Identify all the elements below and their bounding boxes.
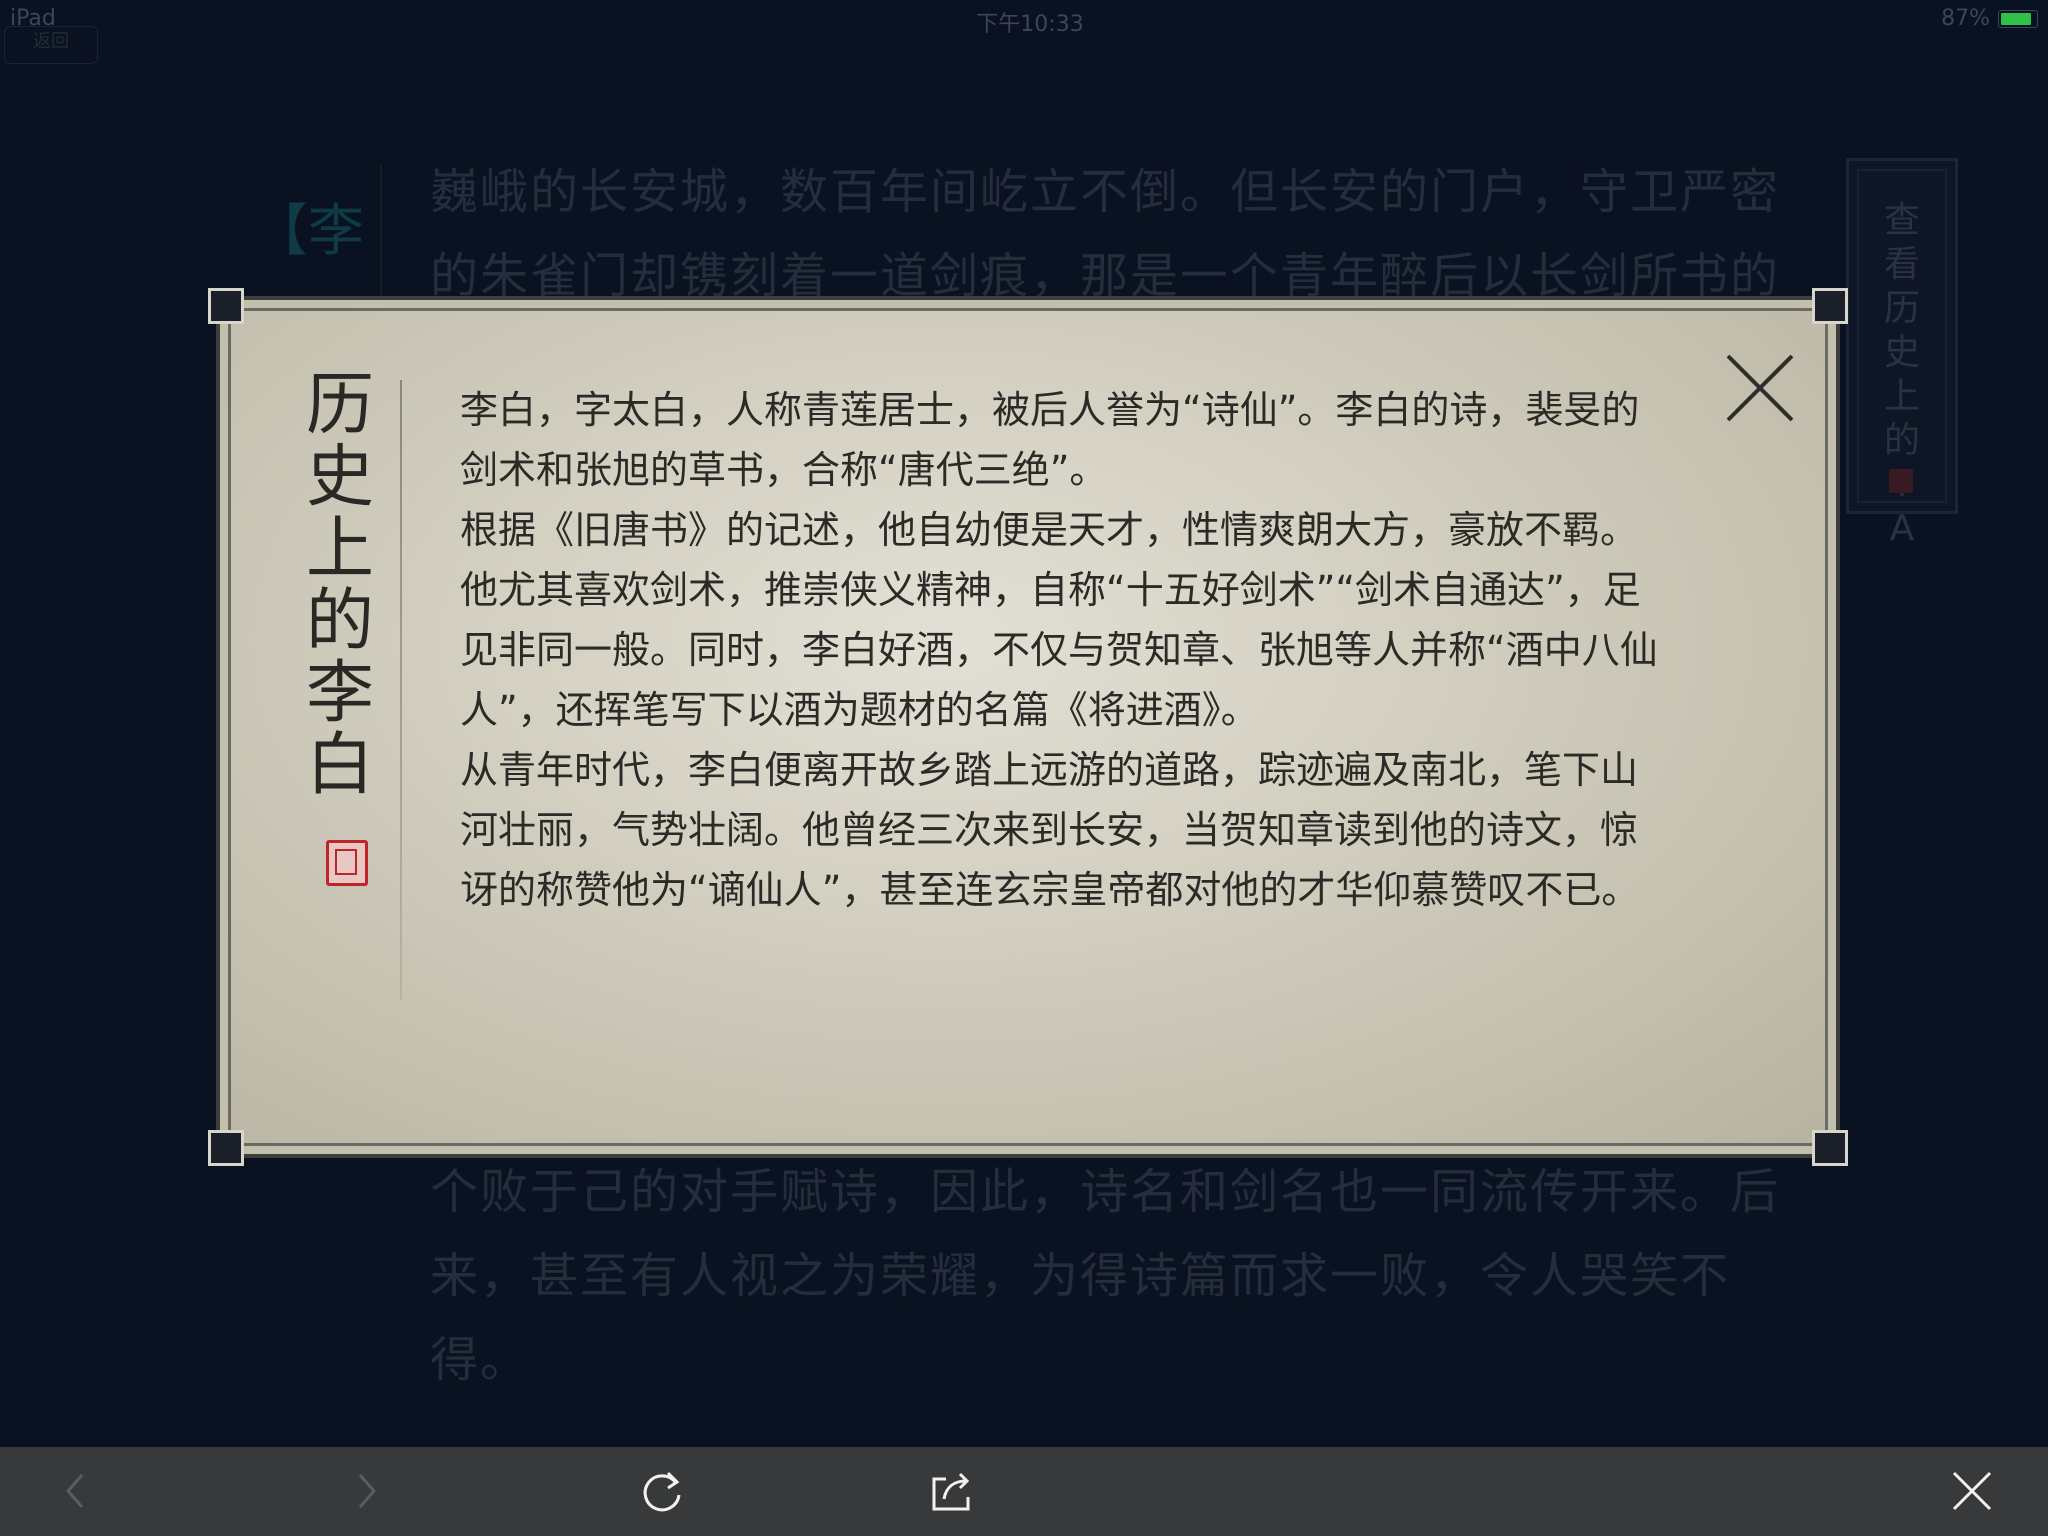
refresh-icon[interactable] — [632, 1461, 692, 1521]
modal-body: 李白，字太白，人称青莲居士，被后人誉为“诗仙”。李白的诗，裴旻的剑术和张旭的草书… — [460, 380, 1660, 920]
battery-percent: 87% — [1941, 6, 1990, 31]
modal-divider — [400, 380, 402, 1000]
modal-paragraph: 根据《旧唐书》的记述，他自幼便是天才，性情爽朗大方，豪放不羁。他尤其喜欢剑术，推… — [460, 508, 1658, 732]
battery-icon — [1998, 9, 2038, 28]
view-history-ta-button[interactable]: 查看历史上的TA — [1846, 158, 1958, 549]
corner-ornament — [1812, 1130, 1848, 1166]
corner-ornament — [208, 1130, 244, 1166]
forward-arrow-icon[interactable] — [336, 1461, 396, 1521]
modal-title: 历史上的李白 — [305, 366, 374, 805]
corner-ornament — [1812, 288, 1848, 324]
red-seal-icon — [326, 840, 368, 886]
status-bar: iPad 下午10:33 87% — [0, 0, 2048, 40]
modal-paragraph: 从青年时代，李白便离开故乡踏上远游的道路，踪迹遍及南北，笔下山河壮丽，气势壮阔。… — [460, 748, 1640, 912]
history-modal: 历史上的李白 李白，字太白，人称青莲居士，被后人誉为“诗仙”。李白的诗，裴旻的剑… — [208, 288, 1848, 1166]
status-time: 下午10:33 — [976, 12, 1084, 37]
battery-indicator: 87% — [1941, 6, 2038, 31]
seal-icon — [1889, 469, 1913, 493]
back-arrow-icon[interactable] — [46, 1461, 106, 1521]
close-icon[interactable] — [1942, 1461, 2002, 1521]
back-button[interactable]: 返回 — [4, 26, 98, 64]
background-paragraph-bottom: 个败于己的对手赋诗，因此，诗名和剑名也一同流传开来。后来，甚至有人视之为荣耀，为… — [430, 1164, 1781, 1388]
share-icon[interactable] — [922, 1461, 982, 1521]
background-divider — [380, 165, 382, 305]
background-paragraph-top: 巍峨的长安城，数百年间屹立不倒。但长安的门户，守卫严密的朱雀门却镌刻着一道剑痕，… — [430, 164, 1781, 304]
view-history-ta-label: 查看历史上的TA — [1883, 200, 1920, 549]
modal-paragraph: 李白，字太白，人称青莲居士，被后人誉为“诗仙”。李白的诗，裴旻的剑术和张旭的草书… — [460, 388, 1640, 492]
browser-toolbar — [0, 1447, 2048, 1536]
modal-close-icon[interactable] — [1724, 352, 1796, 424]
background-vertical-title: 【李 — [252, 199, 364, 264]
corner-ornament — [208, 288, 244, 324]
